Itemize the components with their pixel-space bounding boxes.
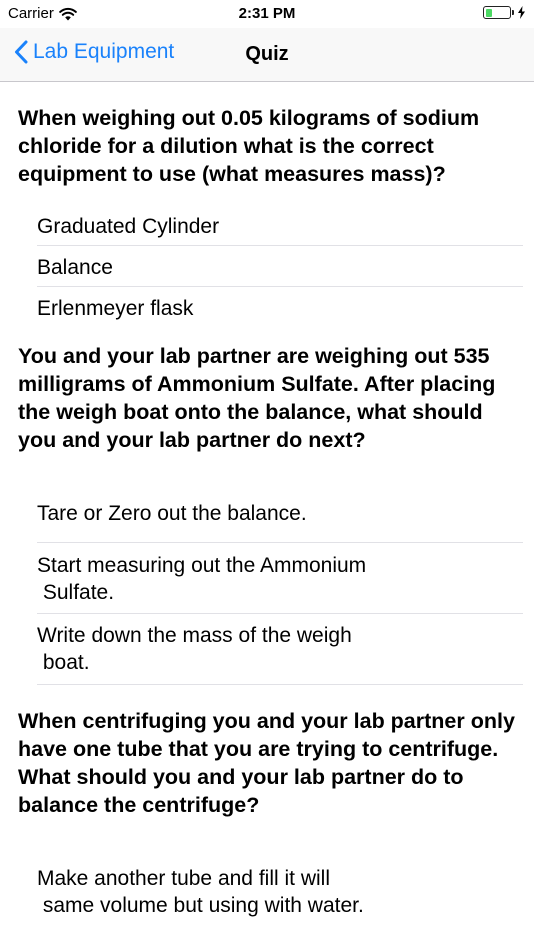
page-title: Quiz bbox=[245, 43, 289, 65]
answer-option[interactable]: Make another tube and fill it will same … bbox=[37, 836, 523, 917]
answer-option[interactable]: Balance bbox=[37, 246, 523, 287]
battery-icon bbox=[483, 6, 511, 19]
battery-level-fill bbox=[485, 8, 493, 17]
charging-bolt-icon bbox=[518, 6, 525, 19]
answer-option[interactable]: Start measuring out the Ammonium Sulfate… bbox=[37, 543, 523, 614]
question-text: You and your lab partner are weighing ou… bbox=[18, 344, 496, 452]
answer-option[interactable]: Tare or Zero out the balance. bbox=[37, 471, 523, 543]
battery-cap bbox=[512, 10, 514, 15]
status-time: 2:31 PM bbox=[238, 5, 296, 22]
status-bar: Carrier 2:31 PM bbox=[0, 0, 534, 28]
answer-option[interactable]: Graduated Cylinder bbox=[37, 205, 523, 246]
answer-option[interactable]: Erlenmeyer flask bbox=[37, 287, 523, 328]
battery-indicator bbox=[483, 6, 526, 19]
navigation-bar: Lab Equipment Quiz bbox=[0, 28, 534, 82]
answer-option[interactable]: Write down the mass of the weigh boat. bbox=[37, 614, 523, 685]
question-text: When weighing out 0.05 kilograms of sodi… bbox=[18, 106, 480, 186]
question-text: When centrifuging you and your lab partn… bbox=[18, 709, 515, 817]
quiz-scroll-view[interactable]: When weighing out 0.05 kilograms of sodi… bbox=[0, 82, 534, 950]
